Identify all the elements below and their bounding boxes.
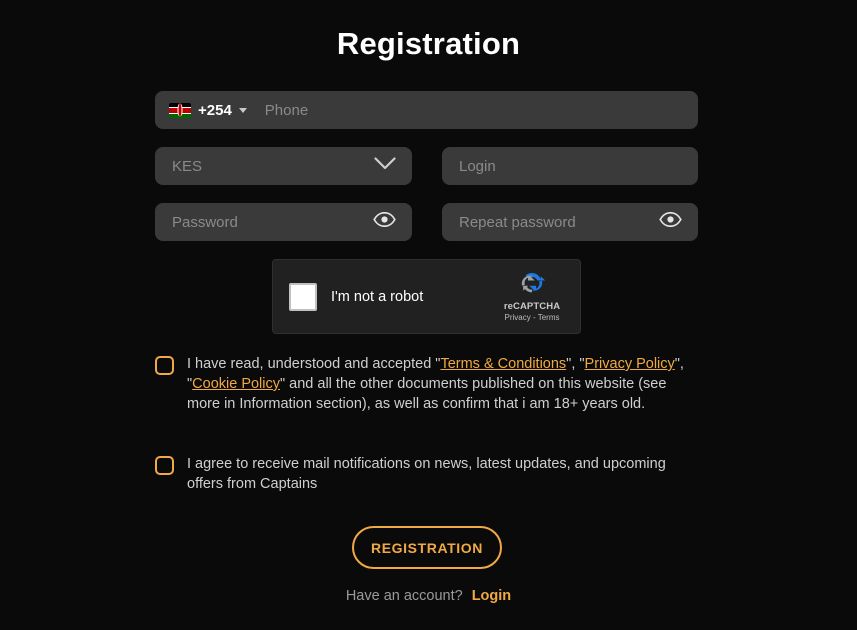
currency-selected-value: KES <box>172 157 203 175</box>
recaptcha-logo-icon <box>521 272 546 293</box>
recaptcha-widget[interactable]: I'm not a robot reCAPTCHA Privacy - Term… <box>272 259 581 334</box>
dial-code-label: +254 <box>198 101 232 119</box>
recaptcha-label: I'm not a robot <box>331 288 424 305</box>
eye-icon[interactable] <box>659 211 682 232</box>
eye-icon[interactable] <box>373 211 396 232</box>
phone-input-row[interactable]: +254 Phone <box>155 91 698 129</box>
terms-text-2: ", " <box>566 356 585 372</box>
registration-page: Registration +254 Phone KES Login Passwo… <box>0 0 857 630</box>
login-field[interactable]: Login <box>442 147 698 185</box>
terms-agreement-text: I have read, understood and accepted "Te… <box>187 354 700 414</box>
terms-text-1: I have read, understood and accepted " <box>187 356 441 372</box>
country-caret-down-icon[interactable] <box>238 107 247 113</box>
repeat-password-input[interactable]: Repeat password <box>459 214 576 231</box>
mail-subscription-text: I agree to receive mail notifications on… <box>187 456 666 492</box>
recaptcha-brand-name: reCAPTCHA <box>503 301 561 312</box>
terms-and-conditions-link[interactable]: Terms & Conditions <box>440 356 566 372</box>
have-account-label: Have an account? <box>345 588 463 604</box>
mail-subscription-row: I agree to receive mail notifications on… <box>155 454 700 494</box>
recaptcha-checkbox[interactable] <box>289 282 317 311</box>
login-link[interactable]: Login <box>472 588 511 604</box>
kenya-flag-icon[interactable] <box>169 102 191 118</box>
recaptcha-branding: reCAPTCHA Privacy - Terms <box>493 266 571 322</box>
mail-subscription-checkbox[interactable] <box>155 456 174 475</box>
registration-submit-button[interactable]: REGISTRATION <box>352 526 502 569</box>
repeat-password-field[interactable]: Repeat password <box>442 203 698 241</box>
recaptcha-terms-link[interactable]: Privacy - Terms <box>493 313 571 322</box>
terms-checkbox[interactable] <box>155 356 174 375</box>
cookie-policy-link[interactable]: Cookie Policy <box>192 376 280 392</box>
privacy-policy-link[interactable]: Privacy Policy <box>585 356 675 372</box>
currency-select[interactable]: KES <box>155 147 412 185</box>
login-input[interactable]: Login <box>459 158 496 175</box>
password-input[interactable]: Password <box>172 214 238 231</box>
page-title: Registration <box>336 26 521 61</box>
footer-login-prompt: Have an account? Login <box>0 588 857 604</box>
phone-input[interactable]: Phone <box>265 102 308 119</box>
terms-agreement-row: I have read, understood and accepted "Te… <box>155 354 700 414</box>
password-field[interactable]: Password <box>155 203 412 241</box>
chevron-down-icon[interactable] <box>374 157 396 175</box>
